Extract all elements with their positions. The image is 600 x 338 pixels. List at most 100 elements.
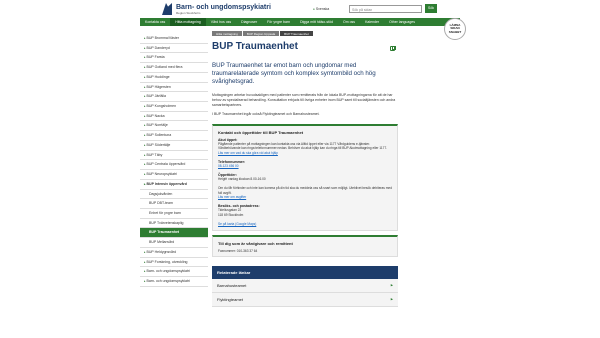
- chevron-right-icon: ▸: [144, 65, 146, 70]
- sidebar-item[interactable]: ▸BUP Danderyd: [140, 44, 208, 54]
- sidebar-item[interactable]: ▸BUP Intensiv öppenvård: [140, 180, 208, 190]
- related-link-item[interactable]: Flyktingteamet ▶: [212, 293, 398, 308]
- chevron-right-icon: ▸: [144, 123, 146, 128]
- sidebar-item-label: BUP Järfälla: [146, 94, 166, 99]
- main-content: BUP Traumaenhet BUP Traumaenhet tar emot…: [212, 40, 398, 308]
- sidebar-item[interactable]: ▸BUP Sollentuna: [140, 131, 208, 141]
- chevron-right-icon: ▸: [144, 36, 146, 40]
- related-links: Relaterade länkar Barnahusteamet ▶ Flykt…: [212, 266, 398, 308]
- sidebar-item-label: BUP Centrala öppenvård: [146, 162, 186, 167]
- sidebar-item-label: BUP Bromma/Väster: [146, 36, 179, 40]
- sidebar-item[interactable]: ▸BUP Kungsholmen: [140, 102, 208, 112]
- sidebar-item[interactable]: ▸Barn- och ungdomspsykiatri: [140, 267, 208, 277]
- sidebar-item-active[interactable]: BUP Traumaenhet: [140, 228, 208, 239]
- sidebar-item-label: Barn- och ungdomspsykiatri: [146, 278, 190, 283]
- sidebar-item-label: BUP Heldygnsvård: [146, 249, 177, 254]
- sidebar-item-label: Barn- och ungdomspsykiatri: [146, 269, 190, 274]
- nav-item-halsostod[interactable]: Digga mitt hälso-stöd: [295, 18, 338, 26]
- nav-item-kontakta[interactable]: Kontakta oss: [140, 18, 170, 26]
- sidebar-item[interactable]: BUP DBT-team: [140, 199, 208, 209]
- sidebar-item[interactable]: BUP Tvärvetenskaplig: [140, 219, 208, 229]
- sidebar-item-label: BUP Huddinge: [146, 74, 170, 79]
- chevron-right-icon: ▸: [144, 162, 146, 167]
- sidebar-item[interactable]: ▸BUP Forskning, utveckling: [140, 258, 208, 268]
- sidebar-item[interactable]: ▸BUP Bromma/Väster: [140, 34, 208, 44]
- language-selector[interactable]: Svenska: [313, 7, 329, 11]
- chevron-right-icon: ▸: [144, 172, 146, 177]
- nav-item-om-oss[interactable]: Om oss: [338, 18, 360, 26]
- quick-exit-button[interactable]: LÄMNA SIDAN SNABBT: [444, 18, 466, 40]
- chevron-right-icon: ▸: [144, 94, 146, 99]
- contact-box: Kontakt och öppettider till BUP Traumaen…: [212, 123, 398, 232]
- address-line: 118 69 Stockholm: [218, 212, 244, 217]
- fees-link[interactable]: Läs mer om avgifter: [218, 195, 392, 199]
- sidebar-item[interactable]: ▸Barn- och ungdomspsykiatri: [140, 277, 208, 287]
- sidebar-item[interactable]: ▸BUP Södertälje: [140, 141, 208, 151]
- map-link[interactable]: Se på karta (Google Maps): [218, 222, 392, 226]
- chevron-right-icon: ▸: [144, 181, 146, 186]
- chevron-right-icon: ▸: [144, 152, 146, 157]
- logo-title: Barn- och ungdomspsykiatri: [176, 3, 271, 11]
- nav-item-yngre-barn[interactable]: För yngre barn: [262, 18, 295, 26]
- breadcrumb-item[interactable]: Hitta mottagning: [212, 31, 242, 36]
- nav-item-kalender[interactable]: Kalender: [360, 18, 384, 26]
- top-bar: Barn- och ungdomspsykiatri Region Stockh…: [0, 0, 600, 18]
- sidebar-item-label: BUP Traumaenhet: [149, 230, 180, 235]
- phone-link[interactable]: 08-123 456 00: [218, 164, 392, 168]
- nav-item-hitta-mottagning[interactable]: Hitta mottagning: [170, 18, 206, 26]
- referrer-title: Till dig som är vårdgivare och remittent: [218, 241, 293, 247]
- acute-link[interactable]: Läs mer om vad du ska göra vid akut hjäl…: [218, 151, 392, 155]
- breadcrumb-item[interactable]: BUP Region Uppsala: [242, 31, 280, 36]
- chevron-right-icon: ▸: [144, 104, 146, 109]
- sidebar-item[interactable]: ▸BUP Neuropsykiatri: [140, 170, 208, 180]
- body-paragraph: Mottagningen arbetar huvudsakligen med p…: [212, 93, 396, 107]
- print-icon[interactable]: [390, 45, 396, 51]
- main-nav: Kontakta oss Hitta mottagning Vård hos o…: [140, 18, 460, 26]
- page-title: BUP Traumaenhet: [212, 41, 298, 52]
- sidebar-item[interactable]: Enhet för yngre barn: [140, 209, 208, 219]
- related-links-title: Relaterade länkar: [212, 266, 398, 280]
- nav-item-diagnoser[interactable]: Diagnoser: [236, 18, 262, 26]
- search-button[interactable]: Sök: [425, 4, 437, 13]
- logo-icon: [162, 3, 172, 15]
- sidebar-item-label: BUP DBT-team: [149, 201, 173, 206]
- sidebar-item-label: Enhet för yngre barn: [149, 210, 181, 215]
- sidebar-item[interactable]: ▸BUP Hägersten: [140, 83, 208, 93]
- referrer-text: Faxnummer: 010-363 37 64: [218, 249, 258, 254]
- sidebar-item[interactable]: ▸BUP Norrtälje: [140, 121, 208, 132]
- sidebar-item-label: BUP Sollentuna: [146, 133, 172, 138]
- sidebar-item-label: BUP Nacka: [146, 113, 165, 118]
- sidebar-item[interactable]: ▸BUP Huddinge: [140, 73, 208, 83]
- sidebar: ▸BUP Bromma/Väster ▸BUP Danderyd ▸BUP Fars…: [140, 34, 208, 287]
- chevron-right-icon: ▸: [144, 45, 146, 50]
- chevron-right-icon: ▶: [390, 297, 393, 302]
- chevron-right-icon: ▸: [144, 84, 146, 89]
- contact-title: Kontakt och öppettider till BUP Traumaen…: [218, 129, 304, 135]
- nav-item-vard[interactable]: Vård hos oss: [206, 18, 236, 26]
- sidebar-item[interactable]: ▸BUP Centrala öppenvård: [140, 160, 208, 171]
- breadcrumb: Hitta mottagning BUP Region Uppsala BUP …: [212, 31, 314, 36]
- sidebar-item-label: BUP Mellanvård: [149, 240, 175, 245]
- chevron-right-icon: ▸: [144, 55, 146, 60]
- sidebar-item[interactable]: ▸BUP Nacka: [140, 112, 208, 122]
- related-link-item[interactable]: Barnahusteamet ▶: [212, 279, 398, 294]
- chevron-right-icon: ▶: [390, 283, 393, 288]
- site-logo[interactable]: Barn- och ungdomspsykiatri Region Stockh…: [162, 3, 271, 15]
- sidebar-item[interactable]: BUP Mellanvård: [140, 238, 208, 248]
- chevron-right-icon: ▸: [144, 259, 146, 264]
- sidebar-item[interactable]: ▸BUP Täby: [140, 151, 208, 161]
- sidebar-item-label: BUP Kungsholmen: [146, 104, 177, 109]
- related-link-label: Flyktingteamet: [217, 297, 244, 303]
- body-paragraph: I BUP Traumaenhet ingår också Flyktingte…: [212, 111, 320, 116]
- referrer-box: Till dig som är vårdgivare och remittent…: [212, 235, 398, 258]
- quick-exit-label: LÄMNA SIDAN SNABBT: [448, 23, 462, 34]
- nav-item-languages[interactable]: Other languages: [384, 18, 420, 26]
- search-input[interactable]: Sök på sidan: [349, 5, 422, 13]
- sidebar-item[interactable]: ▸BUP Gotland med flera: [140, 63, 208, 73]
- hours-text: Helgfri vardag klockan 8.00-16.00: [218, 176, 266, 181]
- sidebar-item[interactable]: Dagsjukvården: [140, 190, 208, 200]
- sidebar-item[interactable]: ▸BUP Farsta: [140, 53, 208, 64]
- sidebar-item[interactable]: ▸BUP Heldygnsvård: [140, 248, 208, 258]
- sidebar-item[interactable]: ▸BUP Järfälla: [140, 92, 208, 103]
- logo-subtitle: Region Stockholm: [176, 10, 201, 15]
